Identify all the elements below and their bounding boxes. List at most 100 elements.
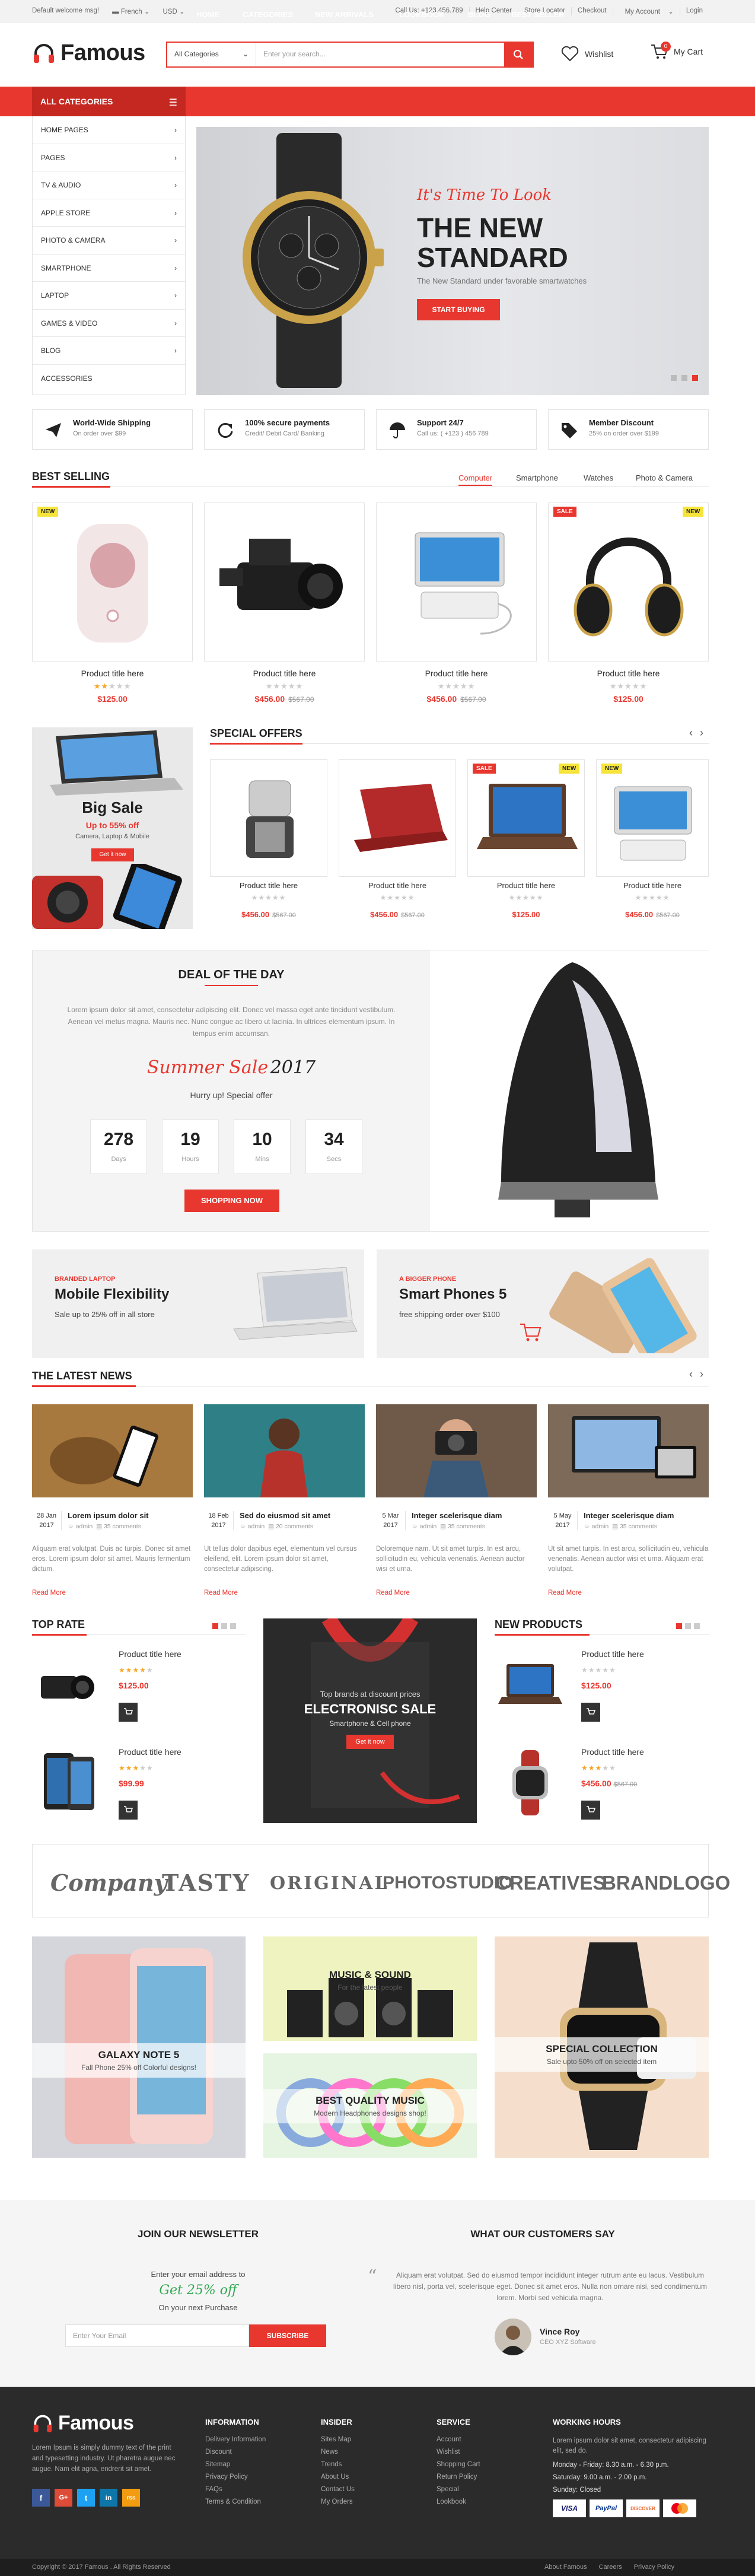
add-to-cart-button[interactable] (581, 1801, 600, 1820)
read-more-link[interactable]: Read More (376, 1589, 410, 1597)
product-title[interactable]: Product title here (594, 881, 711, 890)
sidebar-item-photo-camera[interactable]: Photo & Camera › (33, 227, 185, 255)
footer-link[interactable]: Contact Us (321, 2486, 355, 2493)
my-account-link[interactable]: My Account ⌄ (612, 7, 680, 15)
twitter-icon[interactable]: t (77, 2489, 95, 2507)
footer-link[interactable]: Terms & Condition (205, 2498, 266, 2505)
sidebar-item-smartphone[interactable]: Smartphone › (33, 255, 185, 282)
pager-dot[interactable] (694, 1623, 700, 1629)
product-title[interactable]: Product title here (581, 1747, 644, 1757)
get-it-now-button[interactable]: Get it now (346, 1735, 394, 1749)
read-more-link[interactable]: Read More (204, 1589, 238, 1597)
next-arrow-icon[interactable]: › (700, 727, 703, 739)
tab-photo-camera[interactable]: Photo & Camera (636, 473, 693, 482)
all-categories-toggle[interactable]: ALL CATEGORIES ☰ (32, 87, 186, 116)
rss-icon[interactable]: rss (122, 2489, 140, 2507)
next-arrow-icon[interactable]: › (700, 1368, 703, 1381)
product-title[interactable]: Product title here (581, 1649, 644, 1659)
footer-link[interactable]: Sites Map (321, 2436, 355, 2443)
tab-watches[interactable]: Watches (584, 473, 613, 482)
product-card[interactable] (339, 759, 456, 877)
nav-home[interactable]: Home (196, 10, 219, 19)
prev-arrow-icon[interactable]: ‹ (689, 727, 693, 739)
get-it-now-button[interactable]: Get it now (91, 848, 134, 861)
pager-dot[interactable] (221, 1623, 227, 1629)
pager-dot-active[interactable] (212, 1623, 218, 1629)
product-card[interactable]: NEW (596, 759, 709, 877)
footer-link[interactable]: Sitemap (205, 2461, 266, 2468)
add-to-cart-button[interactable] (119, 1801, 138, 1820)
careers-link[interactable]: Careers (599, 2564, 622, 2571)
news-title[interactable]: Lorem ipsum dolor sit (68, 1511, 192, 1520)
read-more-link[interactable]: Read More (32, 1589, 66, 1597)
footer-link[interactable]: Trends (321, 2461, 355, 2468)
footer-link[interactable]: About Us (321, 2473, 355, 2480)
product-card[interactable]: NEW (32, 503, 193, 662)
currency-selector[interactable]: USD ⌄ (163, 7, 184, 15)
phone-banner[interactable]: A BIGGER PHONE Smart Phones 5 free shipp… (377, 1249, 709, 1358)
news-image[interactable] (376, 1404, 537, 1497)
footer-link[interactable]: Shopping Cart (437, 2461, 480, 2468)
big-sale-banner[interactable]: Big Sale Up to 55% off Camera, Laptop & … (32, 727, 193, 929)
galaxy-note-banner[interactable]: GALAXY NOTE 5 Fall Phone 25% off Colorful… (32, 1936, 246, 2158)
subscribe-button[interactable]: SUBSCRIBE (249, 2324, 326, 2347)
news-title[interactable]: Integer scelerisque diam (584, 1511, 708, 1520)
product-title[interactable]: Product title here (119, 1649, 181, 1659)
slider-dot[interactable] (671, 375, 677, 381)
sidebar-item-games-video[interactable]: Games & Video › (33, 310, 185, 337)
add-to-cart-button[interactable] (119, 1703, 138, 1722)
language-selector[interactable]: ▬ French ⌄ (112, 7, 149, 15)
news-image[interactable] (32, 1404, 193, 1497)
start-buying-button[interactable]: START BUYING (417, 299, 500, 320)
laptop-banner[interactable]: BRANDED LAPTOP Mobile Flexibility Sale u… (32, 1249, 364, 1358)
add-to-cart-button[interactable] (581, 1703, 600, 1722)
news-title[interactable]: Sed do eiusmod sit amet (240, 1511, 364, 1520)
footer-link[interactable]: Discount (205, 2448, 266, 2456)
tab-smartphone[interactable]: Smartphone (516, 473, 558, 482)
product-card[interactable] (204, 503, 365, 662)
nav-new-arrivals[interactable]: New Arrivals (315, 10, 374, 19)
search-input[interactable]: Enter your search... (256, 43, 504, 66)
news-title[interactable]: Integer scelerisque diam (412, 1511, 536, 1520)
sidebar-item-accessories[interactable]: Accessories (33, 365, 185, 393)
product-card[interactable]: SALE NEW (467, 759, 585, 877)
linkedin-icon[interactable]: in (100, 2489, 117, 2507)
sidebar-item-home-pages[interactable]: Home Pages › (33, 116, 185, 144)
footer-link[interactable]: Wishlist (437, 2448, 480, 2456)
footer-link[interactable]: FAQs (205, 2486, 266, 2493)
news-image[interactable] (204, 1404, 365, 1497)
product-title[interactable]: Product title here (210, 881, 327, 890)
about-link[interactable]: About Famous (544, 2564, 587, 2571)
footer-link[interactable]: Delivery Information (205, 2436, 266, 2443)
product-title[interactable]: Product title here (467, 881, 585, 890)
footer-link[interactable]: Lookbook (437, 2498, 480, 2505)
privacy-link[interactable]: Privacy Policy (634, 2564, 674, 2571)
prev-arrow-icon[interactable]: ‹ (689, 1368, 693, 1381)
product-title[interactable]: Product title here (119, 1747, 181, 1757)
pager-dot[interactable] (230, 1623, 236, 1629)
slider-dot-active[interactable] (692, 375, 698, 381)
pager-dot[interactable] (685, 1623, 691, 1629)
product-thumb[interactable] (32, 1747, 103, 1818)
best-quality-music-banner[interactable]: BEST QUALITY MUSIC Modern Headphones desi… (263, 2053, 477, 2158)
cart-link[interactable]: 0 My Cart (650, 42, 703, 61)
brand-logo[interactable]: CREATIVES (495, 1872, 606, 1894)
sidebar-item-pages[interactable]: Pages › (33, 144, 185, 171)
product-title[interactable]: Product title here (548, 669, 709, 678)
brand-logo[interactable]: TASTY (162, 1869, 250, 1896)
product-card[interactable] (376, 503, 537, 662)
product-thumb[interactable] (32, 1649, 103, 1720)
footer-link[interactable]: Account (437, 2436, 480, 2443)
product-title[interactable]: Product title here (376, 669, 537, 678)
brand-logo[interactable]: BRANDLOGO (602, 1872, 730, 1894)
product-title[interactable]: Product title here (32, 669, 193, 678)
music-sound-banner[interactable]: MUSIC & SOUND For the latest people (263, 1936, 477, 2041)
footer-link[interactable]: Return Policy (437, 2473, 480, 2480)
nav-best-seller[interactable]: Best Seller (511, 10, 565, 19)
footer-logo[interactable]: Famous (32, 2412, 134, 2435)
footer-link[interactable]: Privacy Policy (205, 2473, 266, 2480)
product-title[interactable]: Product title here (339, 881, 456, 890)
brand-logo[interactable]: Company (50, 1869, 167, 1896)
product-title[interactable]: Product title here (204, 669, 365, 678)
checkout-link[interactable]: Checkout (571, 7, 613, 15)
